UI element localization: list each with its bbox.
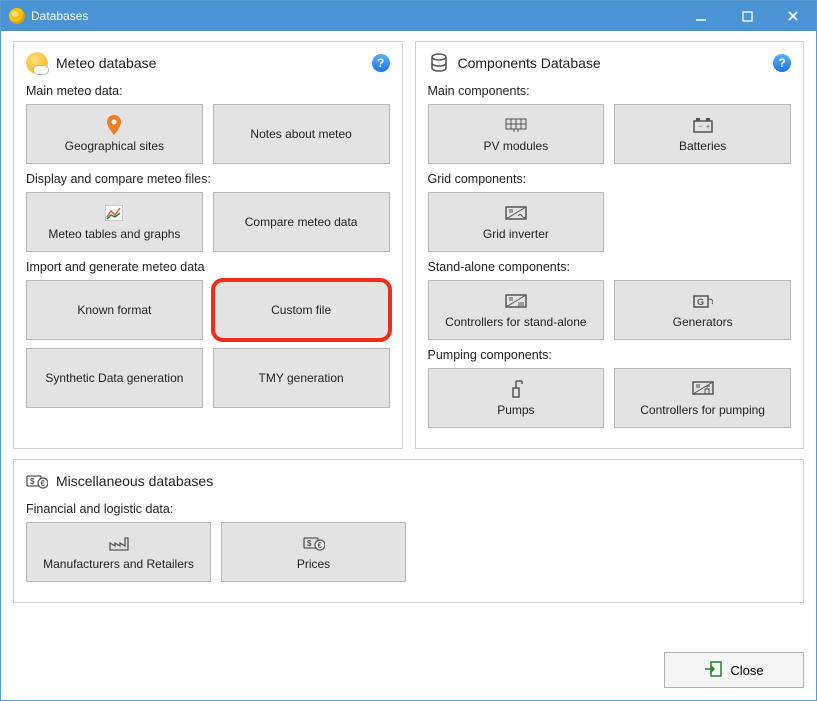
factory-icon <box>109 533 129 553</box>
chart-icon <box>105 203 123 223</box>
tile-label: PV modules <box>484 139 549 153</box>
controllers-pumping-button[interactable]: Controllers for pumping <box>614 368 791 428</box>
money-icon: $€ <box>26 470 48 492</box>
map-pin-icon <box>106 115 122 135</box>
svg-text:$: $ <box>307 539 312 548</box>
tile-label: Geographical sites <box>65 139 164 153</box>
generator-icon: G <box>693 291 713 311</box>
help-icon[interactable]: ? <box>372 54 390 72</box>
meteo-panel: Meteo database ? Main meteo data: Geogra… <box>13 41 403 449</box>
database-icon <box>428 52 450 74</box>
tile-label: Pumps <box>497 403 534 417</box>
tile-label: Manufacturers and Retailers <box>43 557 194 571</box>
manufacturers-button[interactable]: Manufacturers and Retailers <box>26 522 211 582</box>
exit-icon <box>704 661 722 680</box>
tile-label: Grid inverter <box>483 227 549 241</box>
content-area: Meteo database ? Main meteo data: Geogra… <box>1 31 816 652</box>
custom-file-button[interactable]: Custom file <box>213 280 390 340</box>
svg-text:−: − <box>698 124 702 131</box>
pumps-button[interactable]: Pumps <box>428 368 605 428</box>
components-title: Components Database <box>458 55 766 71</box>
tile-label: Meteo tables and graphs <box>48 227 180 241</box>
app-icon <box>9 8 25 24</box>
svg-text:+: + <box>706 124 710 131</box>
meteo-sec3-label: Import and generate meteo data <box>26 260 390 274</box>
comp-sec1-label: Main components: <box>428 84 792 98</box>
comp-sec2-label: Grid components: <box>428 172 792 186</box>
footer: Close <box>1 652 816 700</box>
databases-window: Databases Meteo database ? Main m <box>0 0 817 701</box>
meteo-sec1-label: Main meteo data: <box>26 84 390 98</box>
battery-icon: −+ <box>693 115 713 135</box>
inverter-icon <box>505 203 527 223</box>
tile-label: Synthetic Data generation <box>45 371 183 385</box>
sun-icon <box>26 52 48 74</box>
svg-text:G: G <box>697 297 704 307</box>
meteo-sec2-label: Display and compare meteo files: <box>26 172 390 186</box>
prices-button[interactable]: $€ Prices <box>221 522 406 582</box>
compare-meteo-button[interactable]: Compare meteo data <box>213 192 390 252</box>
pv-modules-button[interactable]: PV modules <box>428 104 605 164</box>
svg-text:€: € <box>41 479 46 488</box>
geographical-sites-button[interactable]: Geographical sites <box>26 104 203 164</box>
minimize-button[interactable] <box>678 1 724 31</box>
pump-icon <box>507 379 525 399</box>
solar-panel-icon <box>505 115 527 135</box>
tile-label: Generators <box>673 315 733 329</box>
tile-label: Compare meteo data <box>245 215 358 229</box>
batteries-button[interactable]: −+ Batteries <box>614 104 791 164</box>
window-title: Databases <box>31 9 678 23</box>
help-icon[interactable]: ? <box>773 54 791 72</box>
svg-text:$: $ <box>30 477 35 486</box>
tile-label: Controllers for pumping <box>640 403 765 417</box>
comp-sec4-label: Pumping components: <box>428 348 792 362</box>
comp-sec3-label: Stand-alone components: <box>428 260 792 274</box>
grid-inverter-button[interactable]: Grid inverter <box>428 192 605 252</box>
tile-label: Prices <box>297 557 330 571</box>
tile-label: Notes about meteo <box>250 127 351 141</box>
tile-label: Custom file <box>271 303 331 317</box>
components-panel: Components Database ? Main components: P… <box>415 41 805 449</box>
pump-controller-icon <box>692 379 714 399</box>
meteo-title: Meteo database <box>56 55 364 71</box>
misc-sec1-label: Financial and logistic data: <box>26 502 791 516</box>
tmy-generation-button[interactable]: TMY generation <box>213 348 390 408</box>
known-format-button[interactable]: Known format <box>26 280 203 340</box>
tile-label: Known format <box>77 303 151 317</box>
tile-label: TMY generation <box>259 371 344 385</box>
svg-text:€: € <box>317 541 322 550</box>
close-label: Close <box>730 663 763 678</box>
controller-icon <box>505 291 527 311</box>
generators-button[interactable]: G Generators <box>614 280 791 340</box>
tile-label: Batteries <box>679 139 726 153</box>
misc-panel: $€ Miscellaneous databases Financial and… <box>13 459 804 603</box>
close-window-button[interactable] <box>770 1 816 31</box>
maximize-button[interactable] <box>724 1 770 31</box>
window-controls <box>678 1 816 31</box>
controllers-standalone-button[interactable]: Controllers for stand-alone <box>428 280 605 340</box>
meteo-tables-button[interactable]: Meteo tables and graphs <box>26 192 203 252</box>
synthetic-data-button[interactable]: Synthetic Data generation <box>26 348 203 408</box>
titlebar: Databases <box>1 1 816 31</box>
close-button[interactable]: Close <box>664 652 804 688</box>
prices-icon: $€ <box>303 533 325 553</box>
misc-title: Miscellaneous databases <box>56 473 791 489</box>
notes-meteo-button[interactable]: Notes about meteo <box>213 104 390 164</box>
tile-label: Controllers for stand-alone <box>445 315 586 329</box>
